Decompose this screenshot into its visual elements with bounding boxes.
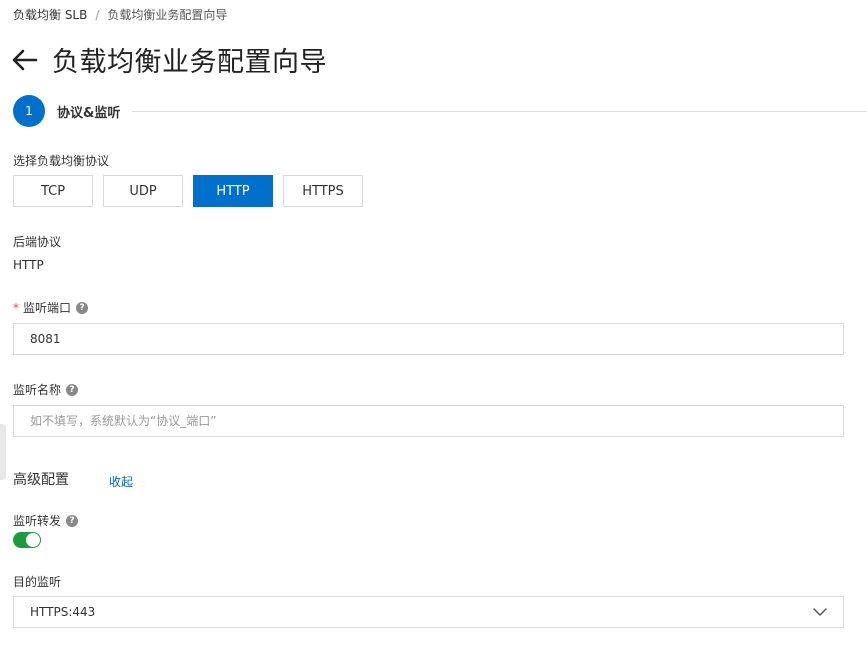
target-listener-value: HTTPS:443 bbox=[30, 605, 96, 619]
step-number-badge: 1 bbox=[13, 95, 45, 127]
target-listener-label: 目的监听 bbox=[13, 573, 61, 590]
step-divider bbox=[132, 111, 867, 112]
page-title: 负载均衡业务配置向导 bbox=[52, 47, 327, 78]
port-input[interactable] bbox=[13, 323, 844, 355]
listener-name-label: 监听名称 ? bbox=[13, 381, 79, 398]
protocol-selector: TCP UDP HTTP HTTPS bbox=[13, 175, 373, 207]
backend-protocol-label: 后端协议 bbox=[13, 233, 61, 250]
required-mark: * bbox=[13, 300, 19, 315]
step-label: 协议&监听 bbox=[57, 105, 121, 121]
toggle-knob bbox=[26, 533, 40, 547]
protocol-udp-button[interactable]: UDP bbox=[103, 175, 183, 207]
question-icon[interactable]: ? bbox=[66, 514, 79, 527]
protocol-https-button[interactable]: HTTPS bbox=[283, 175, 363, 207]
arrow-left-icon[interactable] bbox=[12, 46, 40, 74]
backend-protocol-value: HTTP bbox=[13, 258, 44, 272]
listener-name-input[interactable] bbox=[13, 405, 844, 437]
protocol-http-button[interactable]: HTTP bbox=[193, 175, 273, 207]
backend-protocol-label-text: 后端协议 bbox=[13, 235, 62, 249]
port-label-text: 监听端口 bbox=[23, 301, 72, 315]
redirect-label: 监听转发 ? bbox=[13, 512, 79, 529]
redirect-toggle[interactable] bbox=[13, 532, 41, 548]
target-listener-select[interactable]: HTTPS:443 bbox=[13, 596, 844, 628]
title-row: 负载均衡业务配置向导 bbox=[12, 40, 327, 79]
protocol-tcp-button[interactable]: TCP bbox=[13, 175, 93, 207]
breadcrumb-current: 负载均衡业务配置向导 bbox=[107, 8, 228, 22]
breadcrumb-root[interactable]: 负载均衡 SLB bbox=[13, 6, 87, 23]
chevron-down-icon bbox=[813, 605, 827, 619]
protocol-label: 选择负载均衡协议 bbox=[13, 152, 109, 169]
protocol-label-text: 选择负载均衡协议 bbox=[13, 154, 110, 168]
side-drag-handle[interactable] bbox=[0, 424, 6, 480]
redirect-label-text: 监听转发 bbox=[13, 514, 62, 528]
breadcrumb-separator: / bbox=[95, 7, 100, 22]
collapse-link[interactable]: 收起 bbox=[109, 473, 133, 490]
target-listener-label-text: 目的监听 bbox=[13, 575, 62, 589]
question-icon[interactable]: ? bbox=[76, 301, 89, 314]
question-icon[interactable]: ? bbox=[66, 383, 79, 396]
breadcrumb: 负载均衡 SLB / 负载均衡业务配置向导 bbox=[13, 6, 227, 23]
port-label: * 监听端口 ? bbox=[13, 299, 89, 316]
step-indicator: 1 协议&监听 bbox=[13, 95, 867, 127]
advanced-config-title: 高级配置 bbox=[13, 472, 69, 488]
listener-name-label-text: 监听名称 bbox=[13, 383, 62, 397]
